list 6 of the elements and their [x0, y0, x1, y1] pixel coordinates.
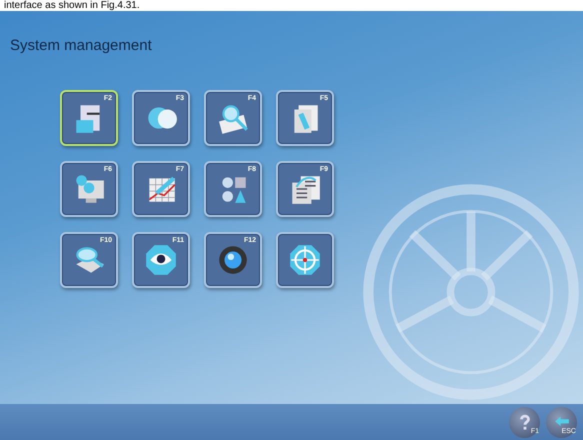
lens-icon — [216, 243, 250, 277]
eye-icon — [144, 243, 178, 277]
function-tile[interactable] — [276, 232, 334, 288]
crosshair-icon — [288, 243, 322, 277]
screen-title: System management — [9, 36, 153, 54]
caption-text: interface as shown in Fig.4.31. — [3, 0, 141, 11]
